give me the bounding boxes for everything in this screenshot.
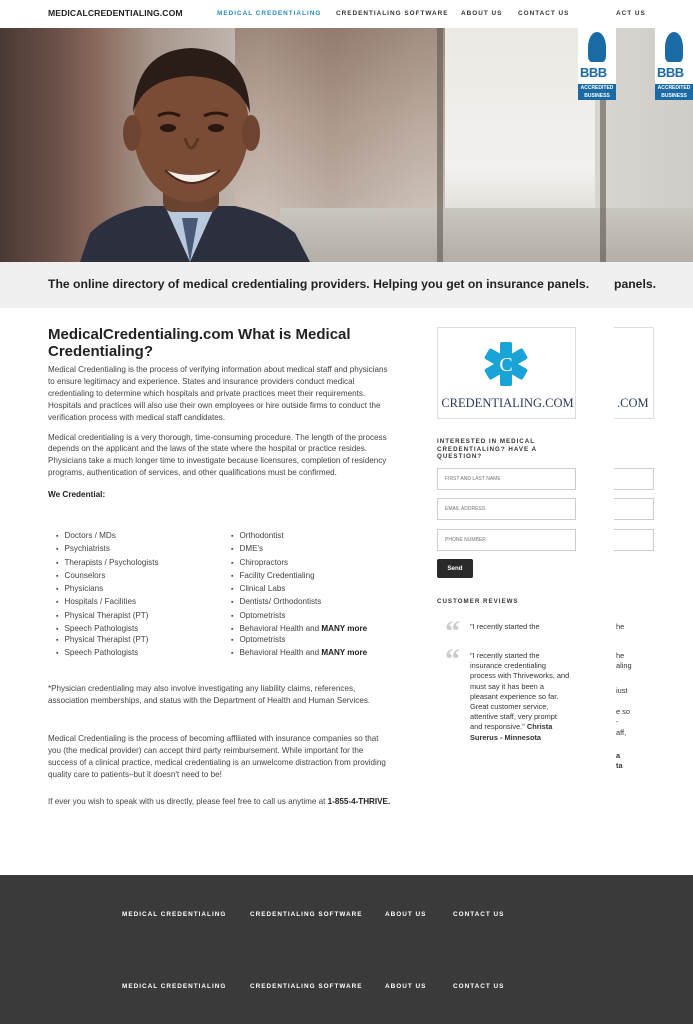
credential-list-item: Physical Therapist (PT) xyxy=(56,634,148,647)
footer-link-credentialing-software[interactable]: CREDENTIALING SOFTWARE xyxy=(250,911,363,918)
review-duplicate-fragment: - xyxy=(616,717,619,726)
footer-link-about-us-repeat[interactable]: ABOUT US xyxy=(385,983,426,990)
page-title: MedicalCredentialing.com What is Medical… xyxy=(48,326,351,360)
bbb-accredited-label: ACCREDITED BUSINESS xyxy=(655,84,693,100)
email-field-duplicate[interactable] xyxy=(614,498,654,520)
procedure-paragraph: Medical credentialing is a very thorough… xyxy=(48,432,387,478)
footer-link-contact-us-repeat[interactable]: CONTACT US xyxy=(453,983,504,990)
credential-list-item: Speech Pathologists xyxy=(56,647,148,660)
credential-list-item: Optometrists xyxy=(231,634,367,647)
credential-list-right: OrthodontistDME'sChiropractorsFacility C… xyxy=(231,530,367,636)
credentialing-logo-box-duplicate[interactable]: .COM xyxy=(614,327,654,419)
credential-list-item: Clinical Labs xyxy=(231,583,367,596)
many-more-label: MANY more xyxy=(321,624,368,634)
credential-list-left: Doctors / MDsPsychiatristsTherapists / P… xyxy=(56,530,159,636)
credential-list-item: Physicians xyxy=(56,583,159,596)
bbb-accredited-label: ACCREDITED BUSINESS xyxy=(578,84,616,100)
review-duplicate-fragment: ta xyxy=(616,761,623,770)
bbb-accredited-badge-duplicate[interactable]: BBB ACCREDITED BUSINESS xyxy=(655,28,693,100)
bbb-accredited-badge[interactable]: BBB ACCREDITED BUSINESS xyxy=(578,28,616,100)
credential-list-item: Physical Therapist (PT) xyxy=(56,610,159,623)
review-duplicate-fragment: he xyxy=(616,622,625,631)
svg-text:C: C xyxy=(499,354,512,376)
many-more-label: MANY more xyxy=(321,648,368,658)
review-duplicate-fragment: aling xyxy=(616,661,632,670)
credential-list-item: DME's xyxy=(231,543,367,556)
footer-link-medical-credentialing[interactable]: MEDICAL CREDENTIALING xyxy=(122,911,226,918)
bbb-letters: BBB xyxy=(657,65,684,80)
quote-icon: “ xyxy=(445,643,460,676)
top-nav: MEDICALCREDENTIALING.COM MEDICAL CREDENT… xyxy=(0,0,693,28)
intro-paragraph: Medical Credentialing is the process of … xyxy=(48,365,388,422)
review-full-text: "I recently started the insurance creden… xyxy=(470,651,570,742)
footer-link-contact-us[interactable]: CONTACT US xyxy=(453,911,504,918)
brand-logo-link[interactable]: MEDICALCREDENTIALING.COM xyxy=(48,8,183,18)
contact-form-heading: INTERESTED IN MEDICAL CREDENTIALING? HAV… xyxy=(437,438,537,460)
hero-banner: BBB ACCREDITED BUSINESS BBB ACCREDITED BUS… xyxy=(0,28,693,262)
credential-list-item: Orthodontist xyxy=(231,530,367,543)
bbb-torch-icon xyxy=(588,32,606,62)
physician-note-paragraph: *Physician credentialing may also involv… xyxy=(48,684,371,705)
tagline-text-duplicate: panels. xyxy=(614,277,656,291)
nav-contact-us[interactable]: CONTACT US xyxy=(518,10,569,17)
credential-list-item: Therapists / Psychologists xyxy=(56,557,158,570)
credentialing-logo-text: CREDENTIALING.COM xyxy=(441,396,574,410)
nav-about-us[interactable]: ABOUT US xyxy=(461,10,502,17)
credentialing-logo-box[interactable]: C CREDENTIALING.COM xyxy=(437,327,576,419)
credential-list-left-repeat: Physical Therapist (PT)Speech Pathologis… xyxy=(56,634,148,661)
phone-field-duplicate[interactable] xyxy=(614,529,654,551)
nav-credentialing-software[interactable]: CREDENTIALING SOFTWARE xyxy=(336,10,449,17)
review-duplicate-fragment: aff, xyxy=(616,728,627,737)
medical-star-icon: C xyxy=(484,342,528,386)
credential-list-item: Chiropractors xyxy=(231,557,367,570)
footer-link-about-us[interactable]: ABOUT US xyxy=(385,911,426,918)
footer: MEDICAL CREDENTIALING CREDENTIALING SOFT… xyxy=(0,875,693,1024)
tagline-band: The online directory of medical credenti… xyxy=(0,262,693,308)
contact-paragraph: If ever you wish to speak with us direct… xyxy=(48,797,391,806)
credential-list-item: Behavioral Health and MANY more xyxy=(231,647,367,660)
credential-list-item: Hospitals / Facilities xyxy=(56,596,159,609)
credential-list-item: Counselors xyxy=(56,570,159,583)
nav-contact-us-duplicate[interactable]: ACT US xyxy=(616,10,646,17)
hero-background-floor xyxy=(280,208,693,262)
name-field[interactable] xyxy=(437,468,576,490)
review-preview-text: "I recently started the xyxy=(470,622,540,631)
credential-list-item: Psychiatrists xyxy=(56,543,159,556)
review-duplicate-fragment: e so xyxy=(616,707,630,716)
nav-medical-credentialing[interactable]: MEDICAL CREDENTIALING xyxy=(217,10,321,17)
phone-link[interactable]: 1-855-4-THRIVE. xyxy=(328,797,391,806)
review-duplicate-fragment: he xyxy=(616,651,625,660)
footer-link-credentialing-software-repeat[interactable]: CREDENTIALING SOFTWARE xyxy=(250,983,363,990)
tagline-text: The online directory of medical credenti… xyxy=(48,277,590,291)
name-field-duplicate[interactable] xyxy=(614,468,654,490)
credentialing-logo-text-duplicate: .COM xyxy=(617,396,649,410)
affiliation-paragraph: Medical Credentialing is the process of … xyxy=(48,734,386,779)
review-duplicate-fragment: iust xyxy=(616,686,628,695)
bbb-letters: BBB xyxy=(580,65,607,80)
email-field[interactable] xyxy=(437,498,576,520)
review-duplicate-fragment: a xyxy=(616,751,621,760)
credential-list-item: Facility Credentialing xyxy=(231,570,367,583)
main-content: MedicalCredentialing.com What is Medical… xyxy=(48,326,393,499)
credential-list-item: Dentists/ Orthodontists xyxy=(231,596,367,609)
send-button[interactable]: Send xyxy=(437,559,473,578)
we-credential-heading: We Credential: xyxy=(48,490,106,500)
phone-field[interactable] xyxy=(437,529,576,551)
credential-list-item: Doctors / MDs xyxy=(56,530,159,543)
bbb-torch-icon xyxy=(665,32,683,62)
customer-reviews-heading: CUSTOMER REVIEWS xyxy=(437,598,519,605)
credential-list-item: Optometrists xyxy=(231,610,367,623)
hero-window-mullion xyxy=(437,28,443,262)
hero-man-photo xyxy=(80,48,310,262)
footer-link-medical-credentialing-repeat[interactable]: MEDICAL CREDENTIALING xyxy=(122,983,226,990)
credential-list-right-repeat: OptometristsBehavioral Health and MANY m… xyxy=(231,634,367,661)
